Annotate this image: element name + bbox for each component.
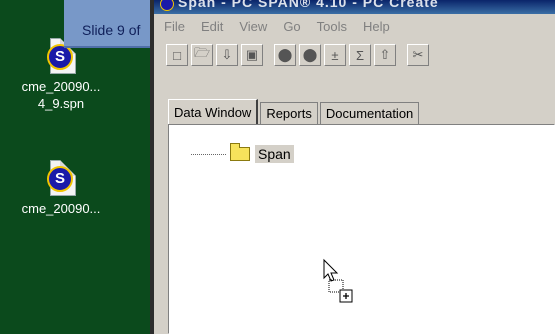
- tab-documentation[interactable]: Documentation: [319, 102, 420, 124]
- plusminus-icon[interactable]: ±: [324, 44, 346, 66]
- menu-view[interactable]: View: [239, 19, 267, 34]
- tree-node-span[interactable]: Span: [191, 143, 294, 163]
- stop-icon[interactable]: ⬤: [274, 44, 296, 66]
- app-icon: [160, 0, 174, 11]
- tab-data-window[interactable]: Data Window: [168, 99, 259, 124]
- stop2-icon[interactable]: ⬤: [299, 44, 321, 66]
- folder-icon: [230, 143, 250, 161]
- open-icon[interactable]: 🗁: [191, 44, 213, 66]
- toolbar: □ 🗁 ⇩ ▣ ⬤ ⬤ ± Σ ⇧ ✂: [154, 38, 555, 72]
- drag-copy-cursor-icon: [323, 258, 353, 303]
- tree-node-label: Span: [255, 145, 294, 163]
- spn-file-icon: S: [46, 160, 76, 196]
- new-icon[interactable]: □: [166, 44, 188, 66]
- import-icon[interactable]: ⇩: [216, 44, 238, 66]
- window-title: Span - PC SPAN® 4.10 - PC Create: [178, 0, 439, 10]
- menu-file[interactable]: File: [164, 19, 185, 34]
- desktop-file-icon[interactable]: S cme_20090... 4_9.spn: [0, 38, 126, 112]
- desktop-file-label: cme_20090...: [21, 201, 101, 216]
- sigma-icon[interactable]: Σ: [349, 44, 371, 66]
- title-bar[interactable]: Span - PC SPAN® 4.10 - PC Create: [154, 0, 555, 14]
- menu-bar: File Edit View Go Tools Help: [154, 14, 555, 38]
- desktop-file-icon[interactable]: S cme_20090...: [0, 160, 126, 217]
- tab-strip: Data Window Reports Documentation: [168, 99, 421, 124]
- menu-help[interactable]: Help: [363, 19, 390, 34]
- tab-reports[interactable]: Reports: [260, 102, 318, 124]
- cut-icon[interactable]: ✂: [407, 44, 429, 66]
- save-icon[interactable]: ▣: [241, 44, 263, 66]
- taskbar-slide-button[interactable]: Slide 9 of: [64, 0, 160, 48]
- menu-edit[interactable]: Edit: [201, 19, 223, 34]
- desktop-file-label-line2: 4_9.spn: [37, 96, 85, 111]
- menu-tools[interactable]: Tools: [317, 19, 347, 34]
- desktop-file-label: cme_20090...: [21, 79, 101, 94]
- upload-icon[interactable]: ⇧: [374, 44, 396, 66]
- taskbar-slide-label: Slide 9 of: [82, 22, 141, 38]
- menu-go[interactable]: Go: [283, 19, 300, 34]
- tree-connector: [191, 153, 226, 155]
